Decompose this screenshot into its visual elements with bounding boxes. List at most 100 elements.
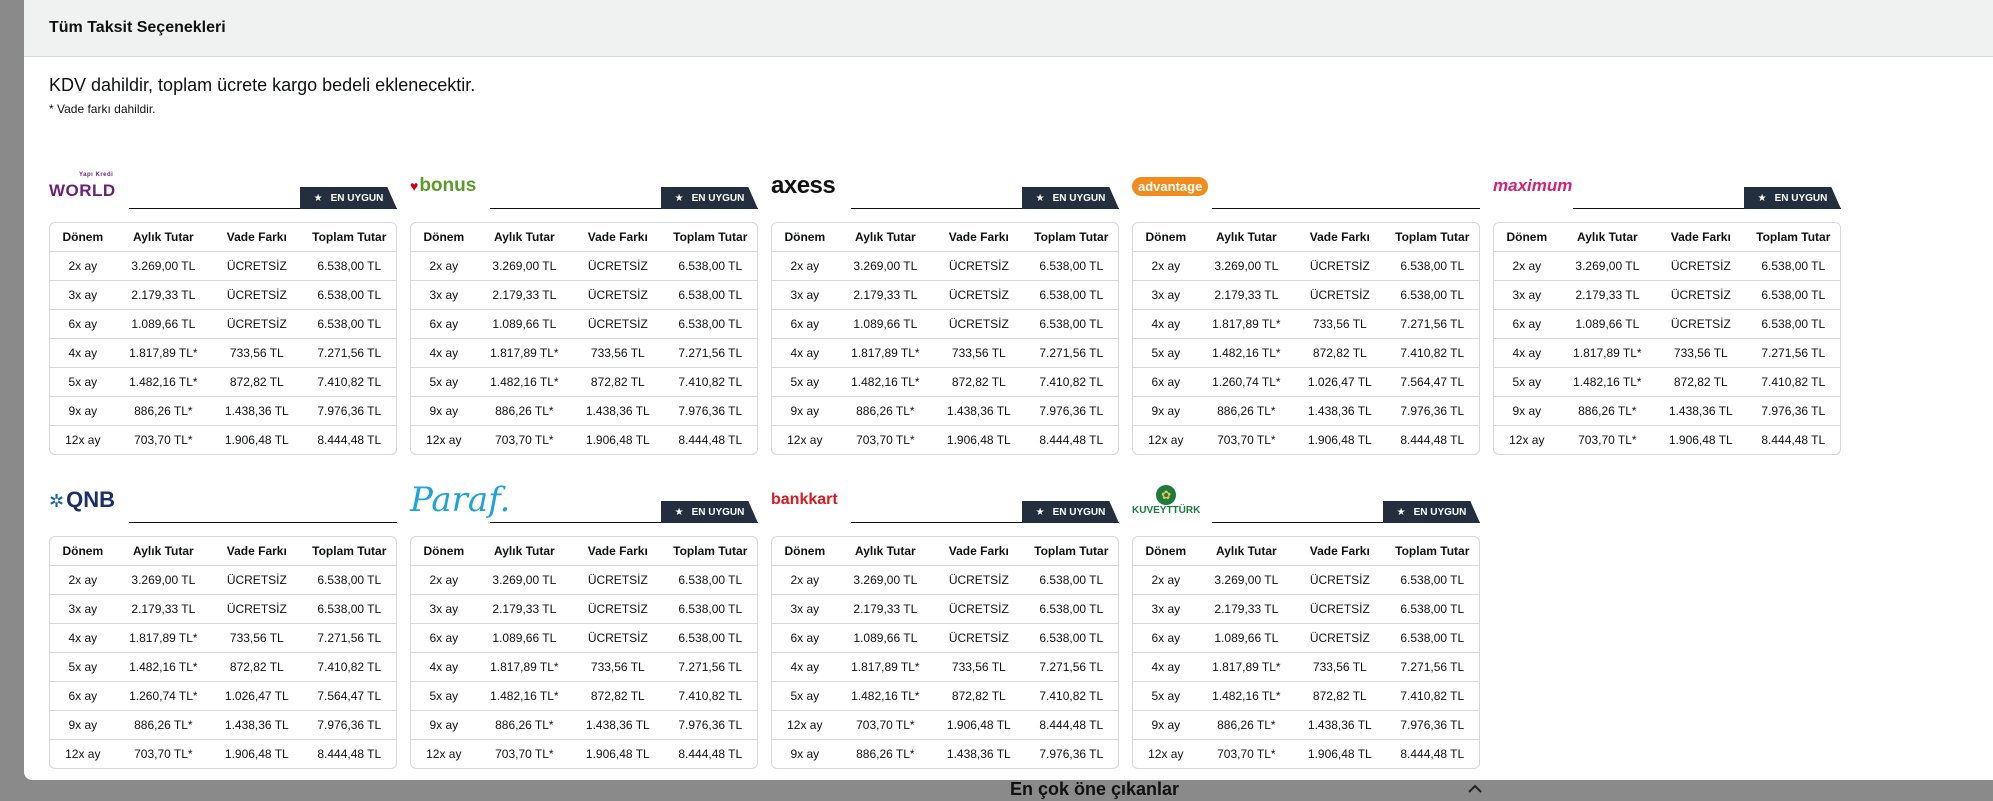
table-row: 4x ay 1.817,89 TL* 733,56 TL 7.271,56 TL xyxy=(772,338,1118,367)
bank-card-header: axess ★ EN UYGUN xyxy=(771,168,1119,214)
interest-cell: 872,82 TL xyxy=(1312,689,1367,703)
modal-title: Tüm Taksit Seçenekleri xyxy=(49,19,226,36)
total-amount-cell: 6.538,00 TL xyxy=(1761,259,1826,273)
table-row: 4x ay 1.817,89 TL* 733,56 TL 7.271,56 TL xyxy=(772,652,1118,681)
column-header: Dönem xyxy=(1145,230,1187,244)
logo-subtext: Yapı Kredi xyxy=(79,172,114,178)
bank-card-header: ♥bonus ★ EN UYGUN xyxy=(410,168,758,214)
total-amount-cell: 6.538,00 TL xyxy=(1400,631,1465,645)
total-amount-cell: 6.538,00 TL xyxy=(317,259,382,273)
bank-logo: Paraf. xyxy=(410,480,510,520)
star-icon: ★ xyxy=(674,506,684,518)
monthly-amount-cell: 3.269,00 TL xyxy=(492,573,557,587)
total-amount-cell: 7.271,56 TL xyxy=(1039,346,1104,360)
term-cell: 12x ay xyxy=(1148,747,1184,761)
table-row: 9x ay 886,26 TL* 1.438,36 TL 7.976,36 TL xyxy=(772,396,1118,425)
badge-label: EN UYGUN xyxy=(1774,192,1828,204)
interest-cell: 872,82 TL xyxy=(229,375,284,389)
table-row: 9x ay 886,26 TL* 1.438,36 TL 7.976,36 TL xyxy=(50,396,396,425)
table-row: 12x ay 703,70 TL* 1.906,48 TL 8.444,48 TL xyxy=(1133,425,1479,454)
monthly-amount-cell: 886,26 TL* xyxy=(1217,404,1276,418)
total-amount-cell: 7.976,36 TL xyxy=(1761,404,1826,418)
monthly-amount-cell: 703,70 TL* xyxy=(1578,433,1637,447)
term-cell: 2x ay xyxy=(68,573,98,587)
term-cell: 9x ay xyxy=(68,718,98,732)
total-amount-cell: 6.538,00 TL xyxy=(1039,259,1104,273)
interest-cell: ÜCRETSİZ xyxy=(948,317,1009,331)
total-amount-cell: 7.410,82 TL xyxy=(1761,375,1826,389)
monthly-amount-cell: 1.089,66 TL xyxy=(853,317,918,331)
total-amount-cell: 7.976,36 TL xyxy=(678,404,743,418)
bank-logo: advantage xyxy=(1132,168,1212,204)
installment-table: Dönem Aylık Tutar Vade Farkı Toplam Tutar 2x… xyxy=(771,222,1119,455)
column-header: Dönem xyxy=(784,544,826,558)
table-row: 12x ay 703,70 TL* 1.906,48 TL 8.444,48 TL xyxy=(411,739,757,768)
monthly-amount-cell: 1.482,16 TL* xyxy=(129,660,198,674)
interest-cell: ÜCRETSİZ xyxy=(1309,602,1370,616)
total-amount-cell: 6.538,00 TL xyxy=(678,259,743,273)
logo-text: bonus xyxy=(419,175,477,196)
term-cell: 5x ay xyxy=(68,660,98,674)
term-cell: 9x ay xyxy=(429,404,459,418)
total-amount-cell: 7.271,56 TL xyxy=(1400,317,1465,331)
table-row: 12x ay 703,70 TL* 1.906,48 TL 8.444,48 TL xyxy=(1494,425,1840,454)
chevron-up-icon[interactable] xyxy=(1466,780,1484,798)
table-row: 3x ay 2.179,33 TL ÜCRETSİZ 6.538,00 TL xyxy=(772,280,1118,309)
total-amount-cell: 7.271,56 TL xyxy=(1039,660,1104,674)
interest-cell: 872,82 TL xyxy=(951,689,1006,703)
total-amount-cell: 6.538,00 TL xyxy=(1039,573,1104,587)
term-cell: 4x ay xyxy=(1151,660,1181,674)
column-header: Aylık Tutar xyxy=(494,544,555,558)
monthly-amount-cell: 1.482,16 TL* xyxy=(1212,346,1281,360)
installment-table: Dönem Aylık Tutar Vade Farkı Toplam Tutar 2x… xyxy=(771,536,1119,769)
bank-logo: axess xyxy=(771,168,851,204)
monthly-amount-cell: 1.482,16 TL* xyxy=(490,689,559,703)
bank-logo: ✿ KUVEYTTÜRK xyxy=(1132,482,1212,518)
column-header: Toplam Tutar xyxy=(1395,544,1470,558)
interest-cell: 733,56 TL xyxy=(1673,346,1728,360)
interest-cell: 733,56 TL xyxy=(590,660,645,674)
total-amount-cell: 7.564,47 TL xyxy=(1400,375,1465,389)
monthly-amount-cell: 703,70 TL* xyxy=(495,747,554,761)
table-header-row: Dönem Aylık Tutar Vade Farkı Toplam Tutar xyxy=(1133,223,1479,251)
interest-cell: 872,82 TL xyxy=(951,375,1006,389)
interest-cell: ÜCRETSİZ xyxy=(587,602,648,616)
table-row: 3x ay 2.179,33 TL ÜCRETSİZ 6.538,00 TL xyxy=(50,594,396,623)
bank-card-header: advantage xyxy=(1132,168,1480,214)
best-option-badge: ★ EN UYGUN xyxy=(1022,187,1119,209)
interest-cell: ÜCRETSİZ xyxy=(587,288,648,302)
vat-notice: KDV dahildir, toplam ücrete kargo bedeli… xyxy=(49,75,476,95)
term-cell: 6x ay xyxy=(790,631,820,645)
total-amount-cell: 6.538,00 TL xyxy=(678,602,743,616)
table-row: 3x ay 2.179,33 TL ÜCRETSİZ 6.538,00 TL xyxy=(1494,280,1840,309)
total-amount-cell: 8.444,48 TL xyxy=(678,433,743,447)
total-amount-cell: 7.410,82 TL xyxy=(1400,346,1465,360)
table-row: 2x ay 3.269,00 TL ÜCRETSİZ 6.538,00 TL xyxy=(772,565,1118,594)
total-amount-cell: 7.271,56 TL xyxy=(678,660,743,674)
column-header: Vade Farkı xyxy=(1309,544,1370,558)
column-header: Aylık Tutar xyxy=(1577,230,1638,244)
term-cell: 5x ay xyxy=(1151,346,1181,360)
term-cell: 2x ay xyxy=(1151,259,1181,273)
total-amount-cell: 6.538,00 TL xyxy=(678,288,743,302)
monthly-amount-cell: 2.179,33 TL xyxy=(853,288,918,302)
column-header: Vade Farkı xyxy=(226,230,287,244)
total-amount-cell: 6.538,00 TL xyxy=(1039,602,1104,616)
interest-cell: 1.906,48 TL xyxy=(1307,747,1372,761)
table-row: 3x ay 2.179,33 TL ÜCRETSİZ 6.538,00 TL xyxy=(50,280,396,309)
table-row: 4x ay 1.817,89 TL* 733,56 TL 7.271,56 TL xyxy=(50,338,396,367)
installment-table: Dönem Aylık Tutar Vade Farkı Toplam Tutar 2x… xyxy=(1132,536,1480,769)
term-cell: 3x ay xyxy=(1512,288,1542,302)
monthly-amount-cell: 2.179,33 TL xyxy=(492,602,557,616)
term-cell: 5x ay xyxy=(1151,689,1181,703)
term-cell: 3x ay xyxy=(1151,602,1181,616)
table-row: 12x ay 703,70 TL* 1.906,48 TL 8.444,48 TL xyxy=(772,425,1118,454)
term-cell: 12x ay xyxy=(1148,433,1184,447)
monthly-amount-cell: 1.817,89 TL* xyxy=(490,660,559,674)
interest-cell: ÜCRETSİZ xyxy=(1309,288,1370,302)
star-icon: ★ xyxy=(1035,192,1045,204)
bank-logo: maximum xyxy=(1493,168,1573,204)
monthly-amount-cell: 3.269,00 TL xyxy=(853,573,918,587)
table-row: 6x ay 1.089,66 TL ÜCRETSİZ 6.538,00 TL xyxy=(772,309,1118,338)
monthly-amount-cell: 1.817,89 TL* xyxy=(1212,317,1281,331)
